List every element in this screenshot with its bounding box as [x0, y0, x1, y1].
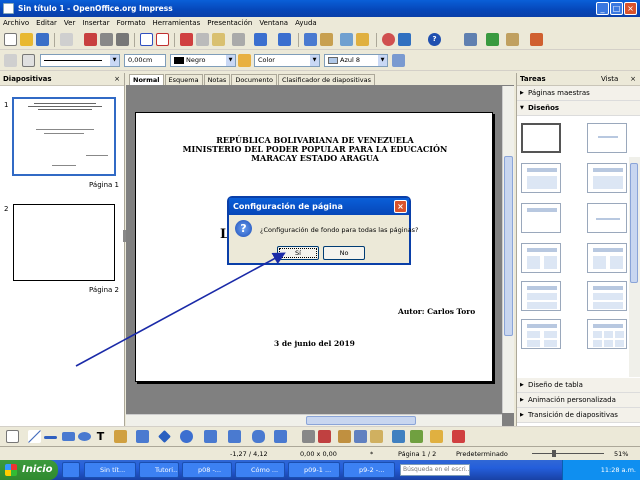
- points-icon[interactable]: [302, 430, 315, 443]
- quick-launch-icon[interactable]: [62, 462, 80, 478]
- line-tool-icon[interactable]: [28, 430, 41, 443]
- layout-stacked-two[interactable]: [587, 281, 627, 311]
- zoom-level: 51%: [614, 450, 629, 458]
- layout-centered-text[interactable]: [587, 203, 627, 233]
- section-master-pages[interactable]: ▶ Páginas maestras: [517, 86, 640, 101]
- section-slide-transition[interactable]: ▶ Transición de diapositivas: [517, 408, 640, 423]
- connector-icon[interactable]: [136, 430, 149, 443]
- expand-icon: ▶: [520, 412, 524, 418]
- status-bar: -1,27 / 4,12 0,00 x 0,00 * Página 1 / 2 …: [0, 446, 640, 460]
- tasks-scrollbar[interactable]: [629, 157, 640, 377]
- section-table-design[interactable]: ▶ Diseño de tabla: [517, 378, 640, 393]
- layout-six-content[interactable]: [587, 319, 627, 349]
- glue-points-icon[interactable]: [318, 430, 331, 443]
- layout-four-content[interactable]: [521, 319, 561, 349]
- windows-taskbar: Inicio Sin tít... Tutori... p08 -... Cóm…: [0, 460, 640, 480]
- drawing-toolbar: T: [0, 426, 640, 446]
- rotate-icon[interactable]: [392, 430, 405, 443]
- zoom-slider-handle[interactable]: [552, 450, 556, 457]
- arrange-icon[interactable]: [430, 430, 443, 443]
- flowchart-icon[interactable]: [228, 430, 241, 443]
- zoom-slider[interactable]: [532, 450, 604, 457]
- callouts-icon[interactable]: [252, 430, 265, 443]
- extrusion-icon[interactable]: [452, 430, 465, 443]
- select-arrow-icon[interactable]: [6, 430, 19, 443]
- close-icon[interactable]: ×: [630, 73, 636, 86]
- scroll-thumb[interactable]: [630, 163, 638, 283]
- rectangle-icon[interactable]: [62, 432, 75, 441]
- arrow-line-icon[interactable]: [44, 436, 57, 439]
- layout-title-content[interactable]: [521, 163, 561, 193]
- layout-two-content[interactable]: [521, 243, 561, 273]
- taskbar-item[interactable]: p9-2 -...: [343, 462, 395, 478]
- fontwork-icon[interactable]: [338, 430, 351, 443]
- page-indicator: Página 1 / 2: [398, 450, 437, 458]
- expand-icon: ▶: [520, 382, 524, 388]
- tasks-pane: Tareas Vista × ▶ Páginas maestras ▼ Diseños …: [516, 73, 640, 426]
- layout-content-two[interactable]: [587, 243, 627, 273]
- search-input[interactable]: Búsqueda en el escri...: [400, 464, 470, 476]
- view-menu-button[interactable]: Vista: [601, 73, 618, 86]
- section-custom-animation[interactable]: ▶ Animación personalizada: [517, 393, 640, 408]
- ellipse-icon[interactable]: [78, 432, 91, 441]
- layout-blank[interactable]: [521, 123, 561, 153]
- layout-title-text[interactable]: [587, 163, 627, 193]
- modified-indicator: *: [370, 450, 374, 458]
- system-tray: 11:28 a.m.: [562, 460, 640, 480]
- symbol-shapes-icon[interactable]: [180, 430, 193, 443]
- tasks-pane-title: Tareas: [520, 75, 546, 83]
- stars-icon[interactable]: [274, 430, 287, 443]
- gallery-tool-icon[interactable]: [370, 430, 383, 443]
- from-file-icon[interactable]: [354, 430, 367, 443]
- layout-title-only[interactable]: [587, 123, 627, 153]
- collapse-icon: ▼: [520, 105, 524, 111]
- curve-icon[interactable]: [114, 430, 127, 443]
- taskbar-item[interactable]: p09-1 ...: [288, 462, 340, 478]
- taskbar-item[interactable]: Tutori...: [139, 462, 179, 478]
- layout-title-subtitle[interactable]: [521, 203, 561, 233]
- section-layouts[interactable]: ▼ Diseños: [517, 101, 640, 116]
- taskbar-item[interactable]: Cómo ...: [235, 462, 285, 478]
- basic-shapes-icon[interactable]: [158, 430, 171, 443]
- cursor-position: -1,27 / 4,12: [230, 450, 268, 458]
- tasks-pane-header: Tareas Vista ×: [517, 73, 640, 86]
- object-size: 0,00 x 0,00: [300, 450, 337, 458]
- taskbar-item[interactable]: p08 -...: [182, 462, 232, 478]
- master-page-name: Predeterminado: [456, 450, 508, 458]
- taskbar-item[interactable]: Sin tít...: [84, 462, 136, 478]
- block-arrows-icon[interactable]: [204, 430, 217, 443]
- align-icon[interactable]: [410, 430, 423, 443]
- expand-icon: ▶: [520, 90, 524, 96]
- clock: 11:28 a.m.: [600, 466, 636, 474]
- layout-stacked[interactable]: [521, 281, 561, 311]
- windows-logo-icon: [5, 464, 17, 476]
- expand-icon: ▶: [520, 397, 524, 403]
- text-tool-icon[interactable]: T: [94, 430, 107, 443]
